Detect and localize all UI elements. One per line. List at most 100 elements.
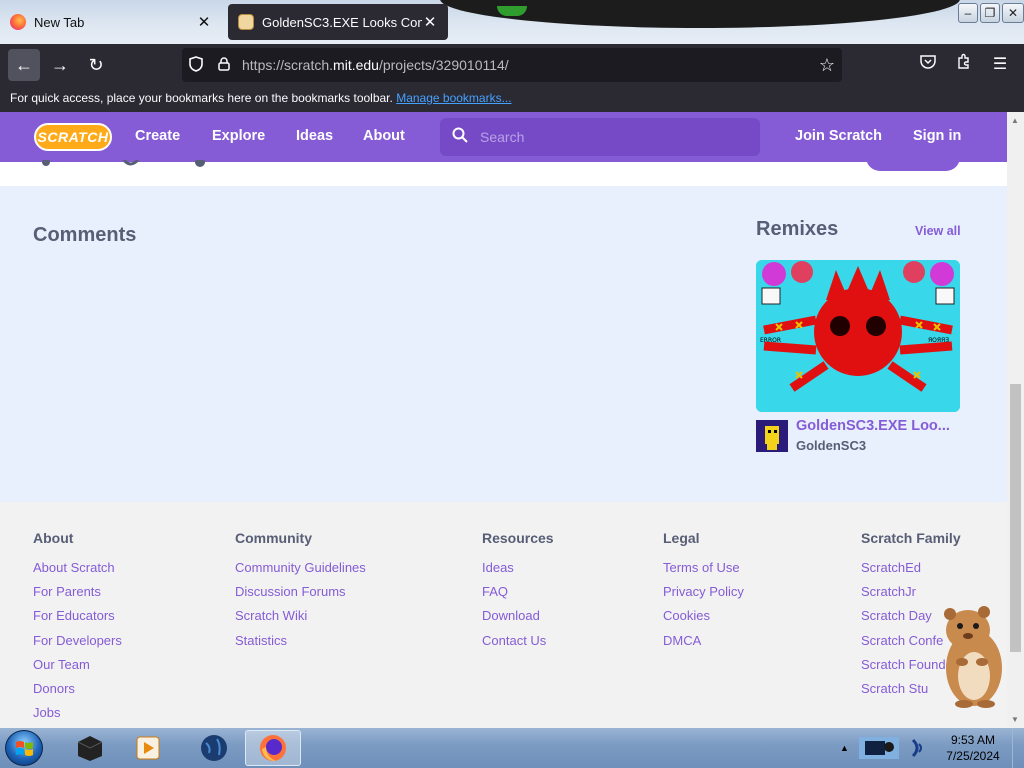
menu-icon[interactable]: ☰ <box>984 49 1016 81</box>
start-button[interactable] <box>5 730 43 766</box>
footer-link[interactable]: For Educators <box>33 604 122 628</box>
close-window-icon[interactable]: ✕ <box>1002 3 1024 23</box>
media-player-icon <box>136 736 160 760</box>
minimize-icon[interactable]: – <box>958 3 978 23</box>
tray-expand-icon[interactable]: ▲ <box>840 743 849 753</box>
footer-heading: Resources <box>482 530 554 546</box>
footer-link[interactable]: Our Team <box>33 653 122 677</box>
scratch-navbar: SCRATCH Create Explore Ideas About Join … <box>0 112 1007 162</box>
tab-title: GoldenSC3.EXE Looks Companion <box>262 14 422 30</box>
footer-link[interactable]: For Developers <box>33 629 122 653</box>
search-box[interactable] <box>440 118 760 156</box>
taskbar-clock[interactable]: 9:53 AM 7/25/2024 <box>940 732 1006 764</box>
nav-ideas[interactable]: Ideas <box>296 128 333 144</box>
scroll-down-icon[interactable]: ▼ <box>1011 715 1019 724</box>
cut-off-icons <box>42 160 205 167</box>
footer-link[interactable]: Download <box>482 604 554 628</box>
view-all-link[interactable]: View all <box>915 224 961 238</box>
nav-create[interactable]: Create <box>135 128 180 144</box>
tab-project[interactable]: GoldenSC3.EXE Looks Companion ✕ <box>228 4 448 40</box>
footer-link[interactable]: ScratchJr <box>861 580 961 604</box>
url-text[interactable]: https://scratch.mit.edu/projects/3290101… <box>238 57 812 73</box>
footer-link[interactable]: DMCA <box>663 629 744 653</box>
remix-info: GoldenSC3.EXE Loo... GoldenSC3 <box>756 418 960 458</box>
footer-link[interactable]: Cookies <box>663 604 744 628</box>
bookmarks-toolbar: For quick access, place your bookmarks h… <box>0 86 1024 112</box>
restore-icon[interactable]: ❐ <box>980 3 1000 23</box>
scratch-logo[interactable]: SCRATCH <box>34 123 112 151</box>
close-tab-icon[interactable]: ✕ <box>196 13 212 31</box>
scrollbar-thumb[interactable] <box>1010 384 1021 652</box>
footer-link[interactable]: Discussion Forums <box>235 580 366 604</box>
remix-thumbnail[interactable]: ERROR ЯОЯЯƎ <box>756 260 960 412</box>
lock-icon[interactable] <box>210 56 238 74</box>
globe-icon <box>201 735 227 761</box>
close-tab-icon[interactable]: ✕ <box>422 13 438 31</box>
scroll-up-icon[interactable]: ▲ <box>1011 116 1019 125</box>
footer-link[interactable]: Jobs <box>33 701 122 725</box>
sign-in-link[interactable]: Sign in <box>913 128 961 144</box>
nav-explore[interactable]: Explore <box>212 128 265 144</box>
tab-new-tab[interactable]: New Tab ✕ <box>0 4 222 40</box>
pocket-icon[interactable] <box>912 49 944 81</box>
footer-link[interactable]: About Scratch <box>33 556 122 580</box>
manage-bookmarks-link[interactable]: Manage bookmarks... <box>396 91 511 105</box>
remixes-heading: Remixes <box>756 218 839 240</box>
footer-link[interactable]: Contact Us <box>482 629 554 653</box>
nav-about[interactable]: About <box>363 128 405 144</box>
extensions-icon[interactable] <box>948 49 980 81</box>
forward-icon[interactable]: → <box>44 49 76 81</box>
windows-logo-icon <box>16 741 33 756</box>
footer-link[interactable]: Scratch Wiki <box>235 604 366 628</box>
vertical-scrollbar[interactable]: ▲ ▼ <box>1007 112 1024 728</box>
hamster-mascot-icon <box>944 606 1002 708</box>
taskbar-app-globe[interactable] <box>186 730 242 766</box>
address-bar[interactable]: https://scratch.mit.edu/projects/3290101… <box>182 48 842 82</box>
remix-card[interactable]: ERROR ЯОЯЯƎ GoldenSC3.EXE Loo... GoldenS… <box>756 260 960 458</box>
footer-column-resources: Resources Ideas FAQ Download Contact Us <box>482 530 554 653</box>
project-favicon-icon <box>238 14 254 30</box>
shield-icon[interactable] <box>182 55 210 75</box>
bookmarks-message: For quick access, place your bookmarks h… <box>10 91 393 105</box>
taskbar-app-firefox[interactable] <box>245 730 301 766</box>
taskbar-app-media[interactable] <box>120 730 176 766</box>
reload-icon[interactable]: ↻ <box>80 49 112 81</box>
footer-link[interactable]: For Parents <box>33 580 122 604</box>
back-icon[interactable]: ← <box>8 49 40 81</box>
remix-button[interactable] <box>866 154 960 171</box>
show-desktop-button[interactable] <box>1012 728 1024 768</box>
avatar[interactable] <box>756 420 788 452</box>
footer-column-about: About About Scratch For Parents For Educ… <box>33 530 122 725</box>
footer-heading: About <box>33 530 74 546</box>
bookmark-star-icon[interactable]: ☆ <box>812 55 842 76</box>
footer-link[interactable]: Ideas <box>482 556 554 580</box>
remix-title-link[interactable]: GoldenSC3.EXE Loo... <box>796 418 960 434</box>
remix-author-link[interactable]: GoldenSC3 <box>796 438 866 453</box>
comments-heading: Comments <box>33 224 137 246</box>
footer-link[interactable]: FAQ <box>482 580 554 604</box>
network-icon[interactable] <box>909 738 925 758</box>
windows-taskbar: ▲ 9:53 AM 7/25/2024 <box>0 728 1024 768</box>
footer-column-legal: Legal Terms of Use Privacy Policy Cookie… <box>663 530 744 653</box>
site-footer: About About Scratch For Parents For Educ… <box>0 502 1007 728</box>
svg-text:ЯОЯЯƎ: ЯОЯЯƎ <box>928 337 949 344</box>
clock-time: 9:53 AM <box>950 733 996 747</box>
terminal-app-icon <box>77 736 103 761</box>
firefox-icon <box>260 735 286 761</box>
footer-link[interactable]: Community Guidelines <box>235 556 366 580</box>
footer-link[interactable]: Privacy Policy <box>663 580 744 604</box>
project-controls-strip <box>0 154 1007 186</box>
footer-link[interactable]: Terms of Use <box>663 556 744 580</box>
search-input[interactable] <box>480 129 740 145</box>
svg-text:ERROR: ERROR <box>760 337 781 344</box>
footer-link[interactable]: Statistics <box>235 629 366 653</box>
browser-tab-strip: New Tab ✕ GoldenSC3.EXE Looks Companion … <box>0 0 1024 44</box>
join-scratch-link[interactable]: Join Scratch <box>795 128 882 144</box>
tray-app-icon[interactable] <box>857 733 901 763</box>
firefox-icon <box>10 14 26 30</box>
taskbar-app-terminal[interactable] <box>62 730 118 766</box>
footer-heading: Community <box>235 530 312 546</box>
search-icon <box>440 127 480 148</box>
footer-link[interactable]: ScratchEd <box>861 556 961 580</box>
footer-link[interactable]: Donors <box>33 677 122 701</box>
